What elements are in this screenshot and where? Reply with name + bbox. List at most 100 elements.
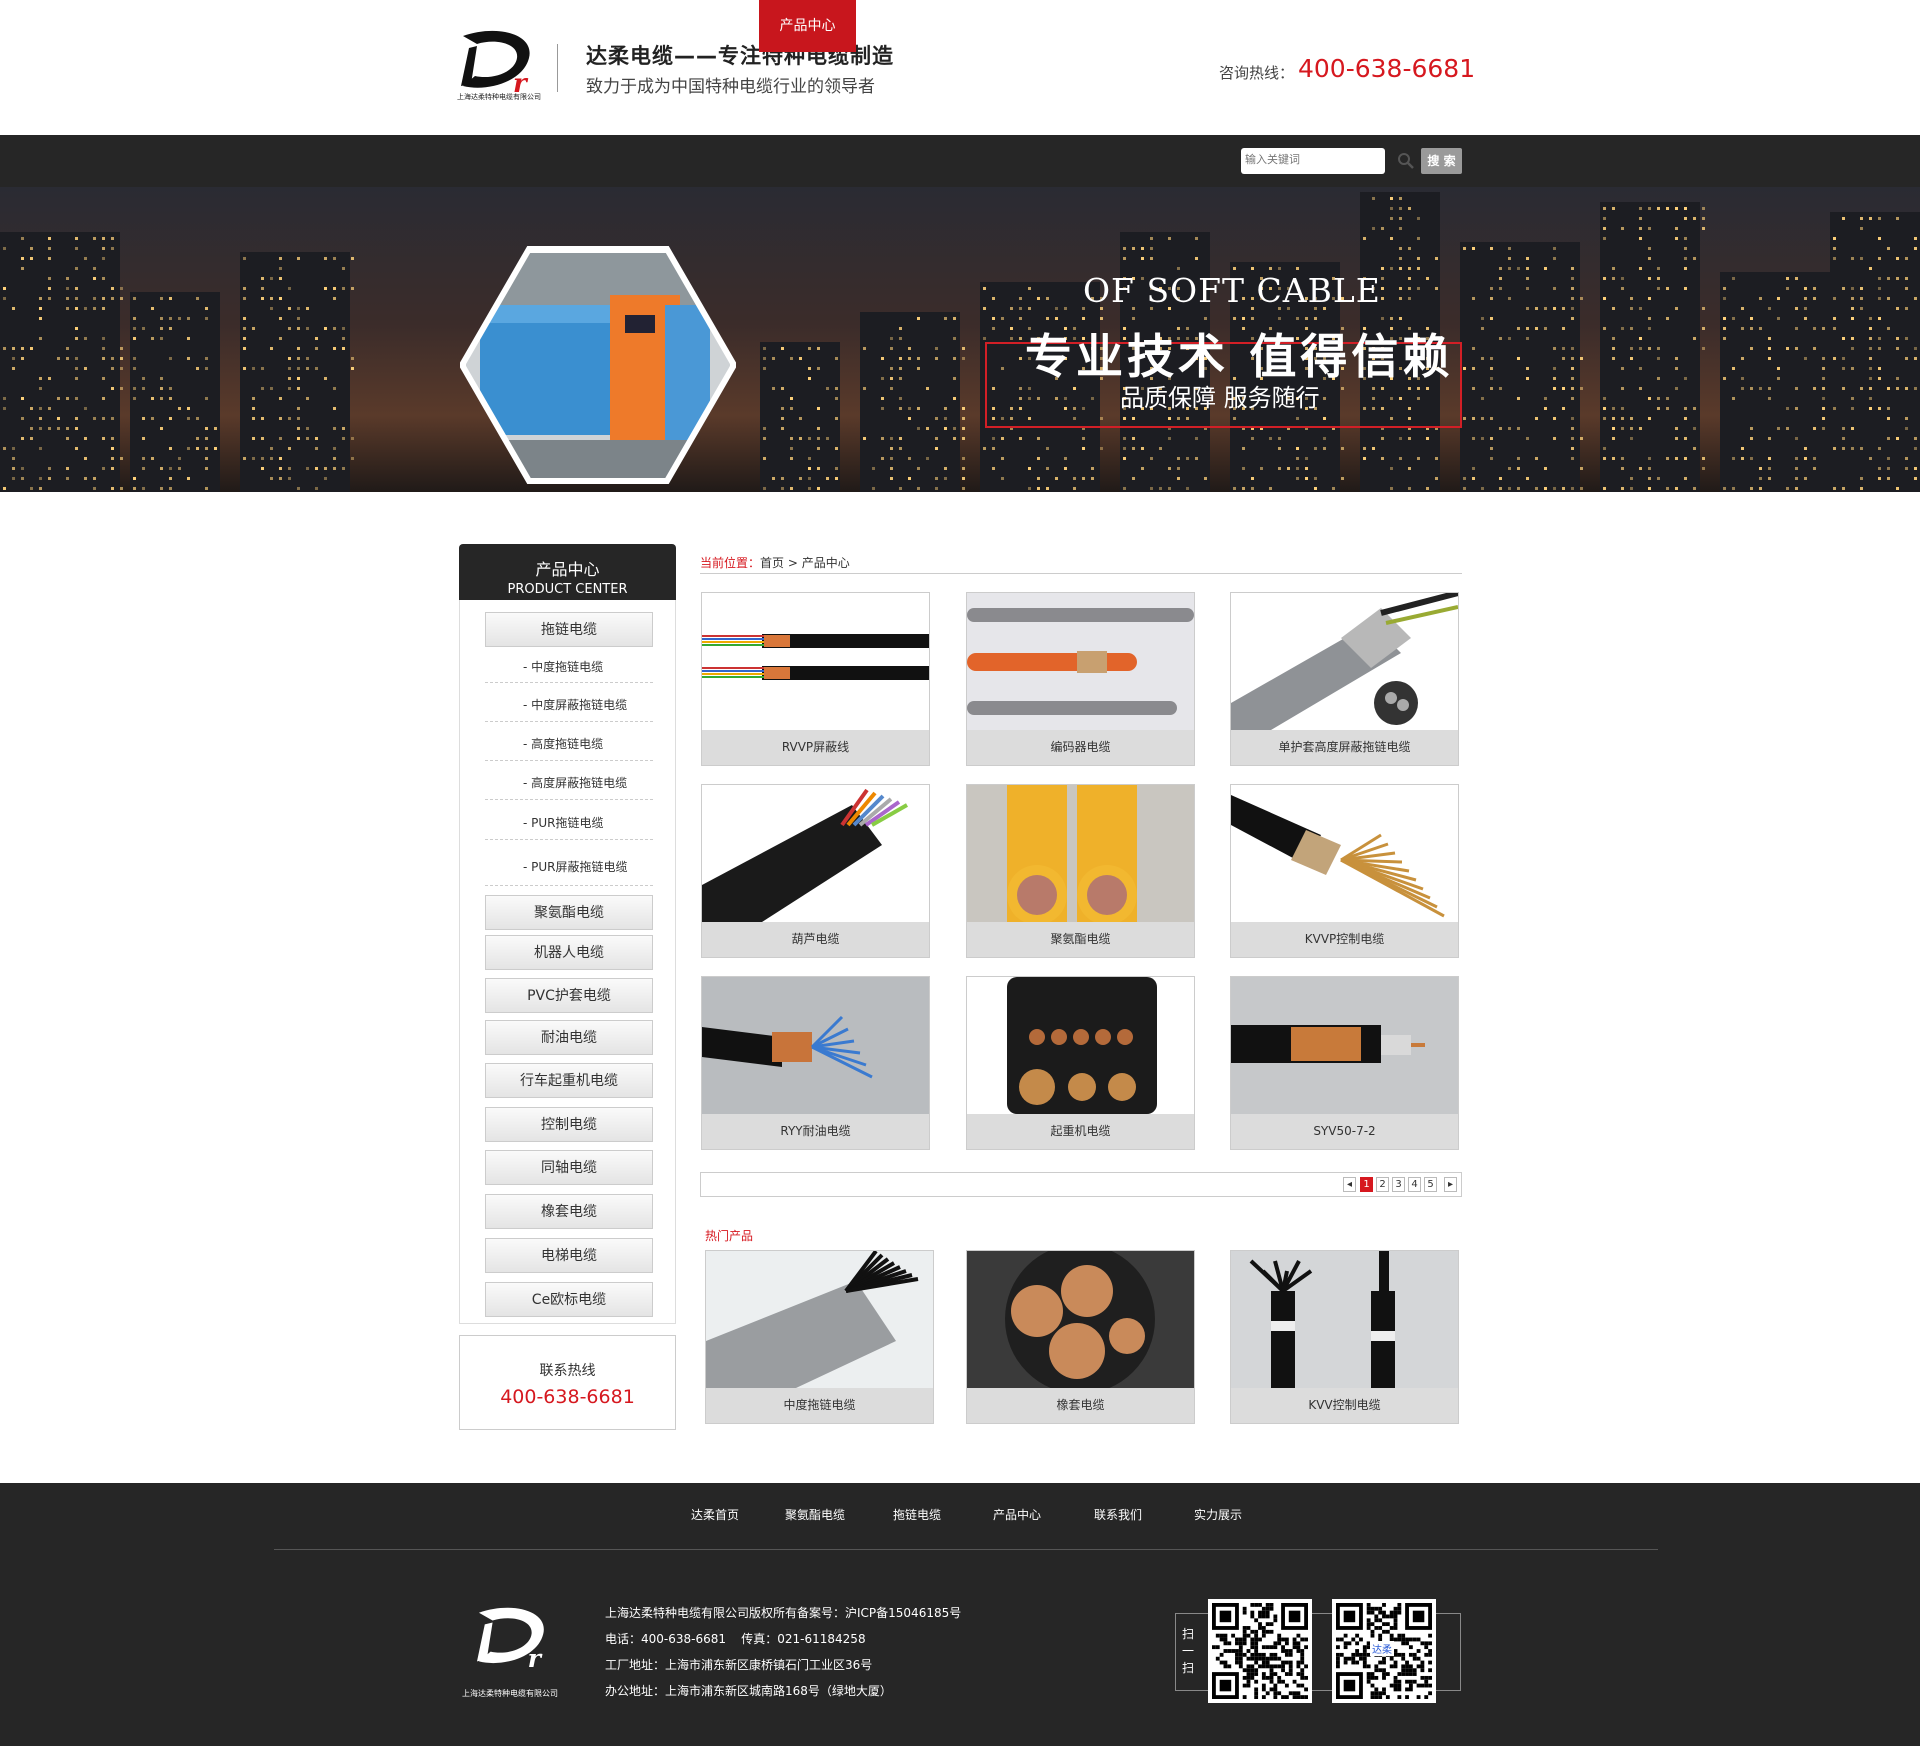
sidebar-subitem[interactable]: - 高度屏蔽拖链电缆 <box>485 767 653 800</box>
hot-product-card[interactable]: 中度拖链电缆 <box>705 1250 934 1424</box>
product-image[interactable] <box>702 785 929 922</box>
nav-item-strength[interactable]: 实力展示 <box>972 0 1052 52</box>
search-icon[interactable] <box>1397 152 1415 170</box>
hotline-label: 咨询热线： <box>1219 64 1295 82</box>
footer-nav-contact[interactable]: 联系我们 <box>1094 1506 1142 1523</box>
search-button[interactable]: 搜 索 <box>1421 148 1462 174</box>
nav-item-home[interactable]: 达柔首页 <box>468 0 548 52</box>
product-image[interactable] <box>967 593 1194 730</box>
sidebar-category[interactable]: 行车起重机电缆 <box>485 1063 653 1098</box>
sidebar-subitem[interactable]: - 中度屏蔽拖链电缆 <box>485 689 653 722</box>
sidebar-category[interactable]: 橡套电缆 <box>485 1194 653 1229</box>
sidebar-header: 产品中心 PRODUCT CENTER <box>459 544 676 600</box>
qr-code-1[interactable] <box>1208 1599 1312 1703</box>
sidebar-category[interactable]: 控制电缆 <box>485 1107 653 1142</box>
breadcrumb-home[interactable]: 首页 <box>760 556 784 570</box>
sidebar-category[interactable]: 聚氨酯电缆 <box>485 895 653 930</box>
footer-nav-products[interactable]: 产品中心 <box>993 1506 1041 1523</box>
product-card[interactable]: 聚氨酯电缆 <box>966 784 1195 958</box>
banner-machine-image <box>460 246 736 484</box>
product-image[interactable] <box>706 1251 933 1388</box>
product-name[interactable]: RYY耐油电缆 <box>702 1114 929 1149</box>
product-name[interactable]: KVVP控制电缆 <box>1231 922 1458 957</box>
product-card[interactable]: SYV50-7-2 <box>1230 976 1459 1150</box>
product-name[interactable]: 橡套电缆 <box>967 1388 1194 1423</box>
product-image[interactable] <box>1231 977 1458 1114</box>
pagination-page-4[interactable]: 4 <box>1408 1177 1421 1192</box>
sidebar-subitem[interactable]: - PUR拖链电缆 <box>485 806 653 840</box>
product-image[interactable] <box>1231 785 1458 922</box>
product-name[interactable]: 葫芦电缆 <box>702 922 929 957</box>
logo-company-name: 上海达柔特种电缆有限公司 <box>457 93 541 101</box>
footer-copyright: 上海达柔特种电缆有限公司版权所有备案号：沪ICP备15046185号 <box>605 1606 962 1620</box>
search-input[interactable] <box>1245 153 1355 166</box>
slogan-sub: 致力于成为中国特种电缆行业的领导者 <box>586 77 875 97</box>
footer-office-address: 办公地址：上海市浦东新区城南路168号（绿地大厦） <box>605 1684 892 1698</box>
scan-label: 扫一扫 <box>1181 1627 1194 1675</box>
product-image[interactable] <box>967 977 1194 1114</box>
hot-product-card[interactable]: KVV控制电缆 <box>1230 1250 1459 1424</box>
sidebar-category[interactable]: 机器人电缆 <box>485 935 653 970</box>
pagination-prev[interactable]: ◂ <box>1343 1177 1356 1192</box>
product-card[interactable]: 单护套高度屏蔽拖链电缆 <box>1230 592 1459 766</box>
product-name[interactable]: SYV50-7-2 <box>1231 1114 1458 1149</box>
product-name[interactable]: 起重机电缆 <box>967 1114 1194 1149</box>
sidebar-category[interactable]: 电梯电缆 <box>485 1238 653 1273</box>
product-name[interactable]: 编码器电缆 <box>967 730 1194 765</box>
sidebar-subitem[interactable]: - 高度拖链电缆 <box>485 728 653 761</box>
banner-subtitle: 品质保障 服务随行 <box>1120 384 1320 412</box>
footer-nav-drag-chain[interactable]: 拖链电缆 <box>893 1506 941 1523</box>
sidebar-subitem[interactable]: - PUR屏蔽拖链电缆 <box>485 848 653 886</box>
sidebar-contact: 联系热线 400-638-6681 <box>459 1335 676 1430</box>
search-box <box>1241 148 1385 174</box>
nav-item-products[interactable]: 产品中心 <box>759 0 856 52</box>
product-image[interactable] <box>1231 593 1458 730</box>
product-card[interactable]: RVVP屏蔽线 <box>701 592 930 766</box>
nav-item-contact[interactable]: 联系我们 <box>872 0 952 52</box>
sidebar-category[interactable]: Ce欧标电缆 <box>485 1282 653 1317</box>
footer-factory-address: 工厂地址：上海市浦东新区康桥镇石门工业区36号 <box>605 1658 873 1672</box>
sidebar-category[interactable]: PVC护套电缆 <box>485 978 653 1013</box>
product-image[interactable] <box>702 977 929 1114</box>
product-image[interactable] <box>967 785 1194 922</box>
product-name[interactable]: KVV控制电缆 <box>1231 1388 1458 1423</box>
breadcrumb-current[interactable]: 产品中心 <box>802 556 850 570</box>
site-header: r 上海达柔特种电缆有限公司 达柔电缆——专注特种电缆制造 致力于成为中国特种电… <box>0 0 1920 135</box>
product-image[interactable] <box>967 1251 1194 1388</box>
hot-products-title: 热门产品 <box>705 1229 754 1243</box>
pagination-next[interactable]: ▸ <box>1444 1177 1457 1192</box>
page: r 上海达柔特种电缆有限公司 达柔电缆——专注特种电缆制造 致力于成为中国特种电… <box>0 0 1920 1746</box>
product-name[interactable]: 聚氨酯电缆 <box>967 922 1194 957</box>
sidebar-subitem[interactable]: - 中度拖链电缆 <box>485 651 653 683</box>
footer-nav-home[interactable]: 达柔首页 <box>691 1506 739 1523</box>
sidebar-category[interactable]: 拖链电缆 <box>485 612 653 647</box>
hot-product-card[interactable]: 橡套电缆 <box>966 1250 1195 1424</box>
nav-item-pur-cable[interactable]: 聚氨酯电缆 <box>565 0 655 52</box>
sidebar-title: 产品中心 <box>535 560 600 579</box>
product-image[interactable] <box>1231 1251 1458 1388</box>
product-name[interactable]: 单护套高度屏蔽拖链电缆 <box>1231 730 1458 765</box>
pagination-page-5[interactable]: 5 <box>1424 1177 1437 1192</box>
sidebar-category[interactable]: 同轴电缆 <box>485 1150 653 1185</box>
footer-logo-company: 上海达柔特种电缆有限公司 <box>462 1689 558 1698</box>
product-name[interactable]: 中度拖链电缆 <box>706 1388 933 1423</box>
product-card[interactable]: 葫芦电缆 <box>701 784 930 958</box>
footer-nav-strength[interactable]: 实力展示 <box>1194 1506 1242 1523</box>
product-image[interactable] <box>702 593 929 730</box>
product-card[interactable]: KVVP控制电缆 <box>1230 784 1459 958</box>
product-card[interactable]: RYY耐油电缆 <box>701 976 930 1150</box>
footer-logo: r <box>477 1607 544 1673</box>
product-card[interactable]: 编码器电缆 <box>966 592 1195 766</box>
banner-cn-title: 专业技术 值得信赖 <box>1025 330 1454 385</box>
pagination-page-1[interactable]: 1 <box>1360 1177 1373 1192</box>
svg-text:r: r <box>528 1643 543 1673</box>
product-name[interactable]: RVVP屏蔽线 <box>702 730 929 765</box>
footer-nav-pur-cable[interactable]: 聚氨酯电缆 <box>785 1506 845 1523</box>
breadcrumb-label: 当前位置： <box>700 556 761 570</box>
product-card[interactable]: 起重机电缆 <box>966 976 1195 1150</box>
breadcrumb-sep: > <box>787 556 798 570</box>
pagination-page-3[interactable]: 3 <box>1392 1177 1405 1192</box>
nav-item-drag-chain[interactable]: 拖链电缆 <box>670 0 750 52</box>
sidebar-category[interactable]: 耐油电缆 <box>485 1020 653 1055</box>
pagination-page-2[interactable]: 2 <box>1376 1177 1389 1192</box>
